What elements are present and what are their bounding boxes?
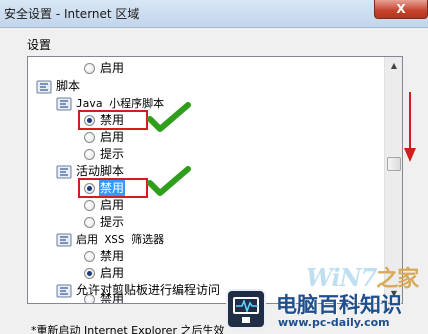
brand-monitor-icon [226,289,266,329]
category-label: 脚本 [56,79,81,93]
scroll-up-arrow-icon[interactable]: ▲ [386,58,402,74]
settings-category-icon [36,80,52,94]
radio-label: 启用 [100,266,125,280]
radio-button[interactable] [84,268,95,279]
radio-button[interactable] [84,200,95,211]
annotation-red-box [78,110,148,130]
green-check-icon [147,102,191,132]
radio-label: 提示 [100,215,125,229]
settings-group-label: 设置 [27,38,52,52]
restart-note: *重新启动 Internet Explorer 之后生效 [31,324,225,334]
radio-button[interactable] [84,132,95,143]
radio-label: 提示 [100,147,125,161]
brand-title: 电脑百科知识 [276,293,402,317]
annotation-arrow-down-icon [404,148,416,162]
category-label: 允许对剪贴板进行编程访问 [76,283,221,297]
brand-watermark: 电脑百科知识 www.pc-daily.com [222,285,428,334]
close-button[interactable]: X [374,0,428,19]
radio-button[interactable] [84,149,95,160]
brand-url: www.pc-daily.com [278,316,390,329]
settings-category-icon [56,233,72,247]
radio-label: 启用 [100,130,125,144]
radio-button[interactable] [84,251,95,262]
settings-category-icon [56,284,72,298]
annotation-red-box [78,178,148,198]
radio-label: 启用 [100,198,125,212]
window-title: 安全设置 - Internet 区域 [4,7,140,21]
settings-category-icon [56,165,72,179]
radio-button[interactable] [84,63,95,74]
radio-button[interactable] [84,217,95,228]
radio-button[interactable] [84,294,95,303]
green-check-icon [147,166,191,196]
radio-label: 禁用 [100,292,125,304]
radio-label: 启用 [100,61,125,75]
category-label: 启用 XSS 筛选器 [76,233,165,246]
title-bar: 安全设置 - Internet 区域 X [0,0,428,28]
settings-category-icon [56,97,72,111]
scrollbar-thumb[interactable] [387,157,401,171]
radio-label: 禁用 [100,249,125,263]
annotation-arrow-line [409,92,411,150]
